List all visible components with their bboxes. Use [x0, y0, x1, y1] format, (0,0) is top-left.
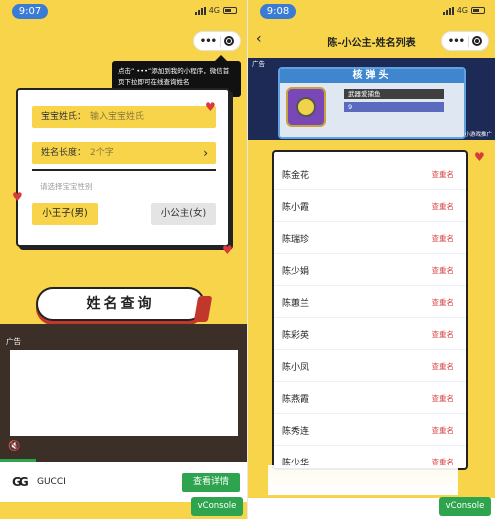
check-duplicate-link[interactable]: 查重名	[432, 329, 455, 340]
heart-icon: ♥	[474, 150, 485, 164]
name-form-card: 宝宝姓氏： 输入宝宝姓氏 姓名长度： 2个字 › 请选择宝宝性别 小王子(男) 小公…	[16, 88, 230, 247]
check-duplicate-link[interactable]: 查重名	[432, 425, 455, 436]
system-icons: 4G	[194, 6, 237, 15]
banner-header: 核弹头	[280, 69, 464, 83]
ad-brand-name: GUCCI	[37, 477, 66, 487]
target-icon[interactable]	[472, 36, 483, 46]
system-icons: 4G	[442, 6, 485, 15]
ad-video-frame[interactable]	[10, 350, 238, 436]
target-icon[interactable]	[224, 36, 235, 46]
list-item: 陈彩英 查重名	[274, 318, 466, 350]
list-item: 陈秀连 查重名	[274, 414, 466, 446]
girl-button[interactable]: 小公主(女)	[151, 203, 216, 225]
check-duplicate-link[interactable]: 查重名	[432, 201, 455, 212]
capsule-divider	[467, 35, 469, 47]
left-screen: 9:07 4G ••• 点击“ •••”添加到我的小程序，微信首页下拉即可在线查…	[0, 0, 247, 519]
mute-icon[interactable]: 🔇	[8, 441, 20, 452]
surname-label: 宝宝姓氏：	[41, 112, 87, 122]
name-text: 陈瑞珍	[282, 235, 310, 245]
check-duplicate-link[interactable]: 查重名	[432, 297, 455, 308]
battery-icon	[471, 7, 485, 14]
name-text: 陈彩英	[282, 331, 310, 341]
vconsole-button[interactable]: vConsole	[191, 497, 243, 516]
decoration-shape	[193, 296, 213, 322]
list-item: 陈燕霞 查重名	[274, 382, 466, 414]
list-item: 陈小凤 查重名	[274, 350, 466, 382]
banner-panel: 核弹头 武器爱捕鱼 9	[278, 67, 466, 139]
length-label: 姓名长度：	[41, 148, 87, 158]
signal-icon	[442, 6, 454, 15]
banner-item-text: 武器爱捕鱼	[344, 89, 444, 99]
length-field[interactable]: 姓名长度： 2个字 ›	[32, 142, 216, 164]
gucci-logo: GG	[12, 475, 29, 489]
game-ad-banner[interactable]: 广告 核弹头 武器爱捕鱼 9 小游戏推广	[248, 58, 495, 140]
list-item: 陈金花 查重名	[274, 158, 466, 190]
name-query-button[interactable]: 姓名查询	[36, 287, 205, 321]
vconsole-button[interactable]: vConsole	[439, 497, 491, 516]
status-time: 9:07	[12, 4, 48, 19]
name-text: 陈少娟	[282, 267, 310, 277]
status-time: 9:08	[260, 4, 296, 19]
signal-icon	[194, 6, 206, 15]
name-text: 陈金花	[282, 171, 310, 181]
network-label: 4G	[456, 6, 468, 15]
more-icon[interactable]: •••	[200, 36, 217, 47]
video-ad[interactable]: 广告 🔇	[0, 324, 247, 462]
check-duplicate-link[interactable]: 查重名	[432, 393, 455, 404]
heart-icon: ♥	[222, 243, 233, 257]
bomb-icon	[286, 87, 326, 127]
check-duplicate-link[interactable]: 查重名	[432, 233, 455, 244]
status-bar: 9:08 4G	[248, 0, 495, 22]
ad-tag: 广告	[6, 337, 21, 346]
ad-footer: GG GUCCI 查看详情	[0, 462, 247, 502]
mini-program-capsule: •••	[441, 31, 489, 51]
surname-input[interactable]: 输入宝宝姓氏	[90, 112, 144, 122]
name-list: 陈金花 查重名 陈小霞 查重名 陈瑞珍 查重名 陈少娟 查重名 陈蕙兰 查重名 陈彩英 查重…	[272, 150, 468, 470]
name-text: 陈秀连	[282, 427, 310, 437]
mini-program-capsule: •••	[193, 31, 241, 51]
name-text: 陈燕霞	[282, 395, 310, 405]
banner-footer: 小游戏推广	[464, 132, 492, 138]
chevron-right-icon: ›	[203, 146, 208, 160]
battery-icon	[223, 7, 237, 14]
boy-button[interactable]: 小王子(男)	[32, 203, 98, 225]
list-item: 陈瑞珍 查重名	[274, 222, 466, 254]
name-text: 陈小凤	[282, 363, 310, 373]
list-fade-overlay	[268, 465, 458, 495]
ad-tag: 广告	[252, 60, 265, 68]
list-item: 陈蕙兰 查重名	[274, 286, 466, 318]
network-label: 4G	[208, 6, 220, 15]
more-icon[interactable]: •••	[448, 36, 465, 47]
list-item: 陈少娟 查重名	[274, 254, 466, 286]
status-bar: 9:07 4G	[0, 0, 247, 22]
check-duplicate-link[interactable]: 查重名	[432, 265, 455, 276]
view-details-button[interactable]: 查看详情	[182, 473, 240, 492]
heart-icon: ♥	[12, 190, 23, 204]
capsule-divider	[219, 35, 221, 47]
gender-label: 请选择宝宝性别	[40, 182, 93, 191]
surname-field[interactable]: 宝宝姓氏： 输入宝宝姓氏	[32, 106, 216, 128]
banner-item-count: 9	[344, 102, 444, 112]
card-divider	[32, 169, 216, 171]
check-duplicate-link[interactable]: 查重名	[432, 361, 455, 372]
length-value: 2个字	[90, 148, 114, 158]
check-duplicate-link[interactable]: 查重名	[432, 169, 455, 180]
right-screen: 9:08 4G ‹ 陈-小公主-姓名列表 ••• 广告 核弹头 武器爱捕鱼 9 …	[248, 0, 495, 519]
name-text: 陈小霞	[282, 203, 310, 213]
list-item: 陈小霞 查重名	[274, 190, 466, 222]
heart-icon: ♥	[205, 100, 216, 114]
name-text: 陈蕙兰	[282, 299, 310, 309]
